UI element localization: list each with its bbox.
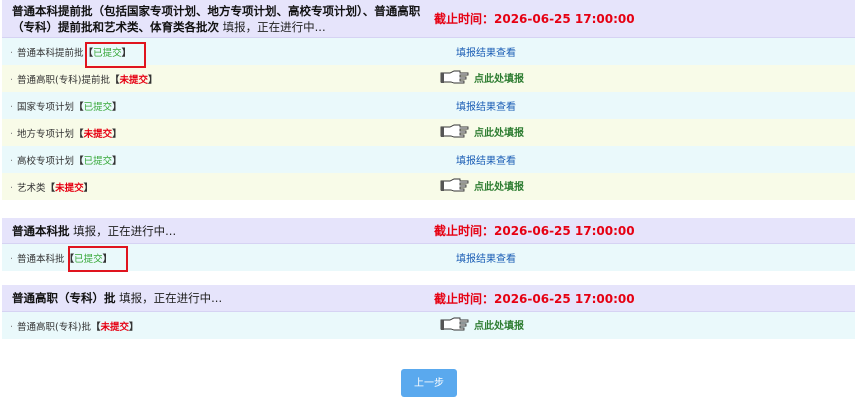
- batch-name: 普通高职(专科)批: [17, 321, 91, 333]
- bracket-close: 】: [147, 74, 158, 86]
- status-not-submitted: 未提交: [55, 182, 84, 194]
- status-not-submitted: 未提交: [83, 128, 113, 140]
- status-submitted: 已提交: [83, 101, 113, 113]
- section-status: 填报，正在进行中...: [219, 19, 326, 34]
- batch-row: · 高校专项计划【已提交】 填报结果查看: [2, 146, 855, 173]
- pointing-hand-icon: [440, 70, 469, 84]
- status-submitted: 已提交: [83, 155, 113, 167]
- fill-in-label: 点此处填报: [474, 73, 524, 85]
- bullet: ·: [10, 182, 14, 194]
- pointing-hand-icon: [440, 178, 469, 192]
- view-result-link[interactable]: 填报结果查看: [456, 44, 516, 59]
- bracket-close: 】: [128, 321, 139, 333]
- batch-name: 国家专项计划: [17, 101, 75, 113]
- batch-name: 普通高职(专科)提前批: [17, 74, 110, 86]
- view-result-link[interactable]: 填报结果查看: [456, 250, 516, 265]
- view-result-link[interactable]: 填报结果查看: [456, 152, 516, 167]
- bullet: ·: [10, 128, 14, 140]
- fill-in-label: 点此处填报: [474, 320, 524, 332]
- fill-in-link[interactable]: 点此处填报: [440, 317, 524, 332]
- bracket-open: 【: [74, 155, 84, 167]
- batch-name: 艺术类: [17, 182, 46, 194]
- section-vocational-batch: 普通高职（专科）批 填报，正在进行中... 截止时间：2026-06-25 17…: [2, 285, 855, 339]
- bracket-close: 】: [112, 155, 122, 167]
- fill-in-link[interactable]: 点此处填报: [440, 178, 524, 193]
- page: 普通本科提前批（包括国家专项计划、地方专项计划、高校专项计划）、普通高职（专科）…: [0, 0, 858, 400]
- section-early-batch: 普通本科提前批（包括国家专项计划、地方专项计划、高校专项计划）、普通高职（专科）…: [2, 0, 855, 200]
- batch-name: 地方专项计划: [17, 128, 75, 140]
- highlight-box: [68, 246, 128, 272]
- previous-step-button[interactable]: 上一步: [401, 369, 457, 397]
- bullet: ·: [10, 101, 14, 113]
- section-title: 普通高职（专科）批 填报，正在进行中...: [2, 290, 422, 306]
- bracket-close: 】: [112, 128, 122, 140]
- section-title: 普通本科批 填报，正在进行中...: [2, 223, 422, 239]
- bracket-close: 】: [112, 101, 122, 113]
- fill-in-label: 点此处填报: [474, 181, 524, 193]
- batch-row: · 普通高职(专科)提前批【未提交】 点此处填报: [2, 65, 855, 92]
- bullet: ·: [10, 321, 14, 333]
- bracket-close: 】: [83, 182, 94, 194]
- bullet: ·: [10, 47, 14, 59]
- status-not-submitted: 未提交: [119, 74, 148, 86]
- batch-name: 普通本科提前批: [17, 47, 84, 59]
- fill-in-label: 点此处填报: [474, 127, 524, 139]
- section-header: 普通高职（专科）批 填报，正在进行中... 截止时间：2026-06-25 17…: [2, 285, 855, 312]
- batch-row: · 国家专项计划【已提交】 填报结果查看: [2, 92, 855, 119]
- bracket-open: 【: [45, 182, 56, 194]
- deadline-text: 截止时间：2026-06-25 17:00:00: [434, 12, 635, 26]
- deadline-text: 截止时间：2026-06-25 17:00:00: [434, 291, 635, 306]
- section-undergrad-batch: 普通本科批 填报，正在进行中... 截止时间：2026-06-25 17:00:…: [2, 218, 855, 271]
- section-header: 普通本科提前批（包括国家专项计划、地方专项计划、高校专项计划）、普通高职（专科）…: [2, 0, 855, 38]
- pointing-hand-icon: [440, 124, 469, 138]
- bullet: ·: [10, 253, 14, 265]
- batch-name: 高校专项计划: [17, 155, 75, 167]
- deadline-text: 截止时间：2026-06-25 17:00:00: [434, 224, 635, 238]
- fill-in-link[interactable]: 点此处填报: [440, 124, 524, 139]
- bracket-open: 【: [74, 128, 84, 140]
- highlight-box: [85, 42, 146, 68]
- section-title-bold: 普通高职（专科）批: [12, 291, 116, 305]
- section-title-bold: 普通本科批: [12, 223, 70, 238]
- batch-name: 普通本科批: [17, 253, 65, 265]
- pointing-hand-icon: [440, 317, 469, 331]
- bracket-open: 【: [74, 101, 84, 113]
- section-title: 普通本科提前批（包括国家专项计划、地方专项计划、高校专项计划）、普通高职（专科）…: [2, 3, 422, 35]
- batch-row: · 普通本科批【已提交】 填报结果查看: [2, 244, 855, 271]
- section-title-bold: 普通本科提前批（包括国家专项计划、地方专项计划、高校专项计划）、普通高职（专科）…: [12, 3, 421, 34]
- batch-row: · 艺术类【未提交】 点此处填报: [2, 173, 855, 200]
- batch-row: · 普通高职(专科)批【未提交】 点此处填报: [2, 312, 855, 339]
- section-status: 填报，正在进行中...: [69, 223, 177, 238]
- status-not-submitted: 未提交: [100, 321, 129, 333]
- section-header: 普通本科批 填报，正在进行中... 截止时间：2026-06-25 17:00:…: [2, 218, 855, 244]
- fill-in-link[interactable]: 点此处填报: [440, 70, 524, 85]
- bullet: ·: [10, 74, 14, 86]
- bullet: ·: [10, 155, 14, 167]
- batch-row: · 地方专项计划【未提交】 点此处填报: [2, 119, 855, 146]
- view-result-link[interactable]: 填报结果查看: [456, 98, 516, 113]
- section-status: 填报，正在进行中...: [115, 291, 223, 305]
